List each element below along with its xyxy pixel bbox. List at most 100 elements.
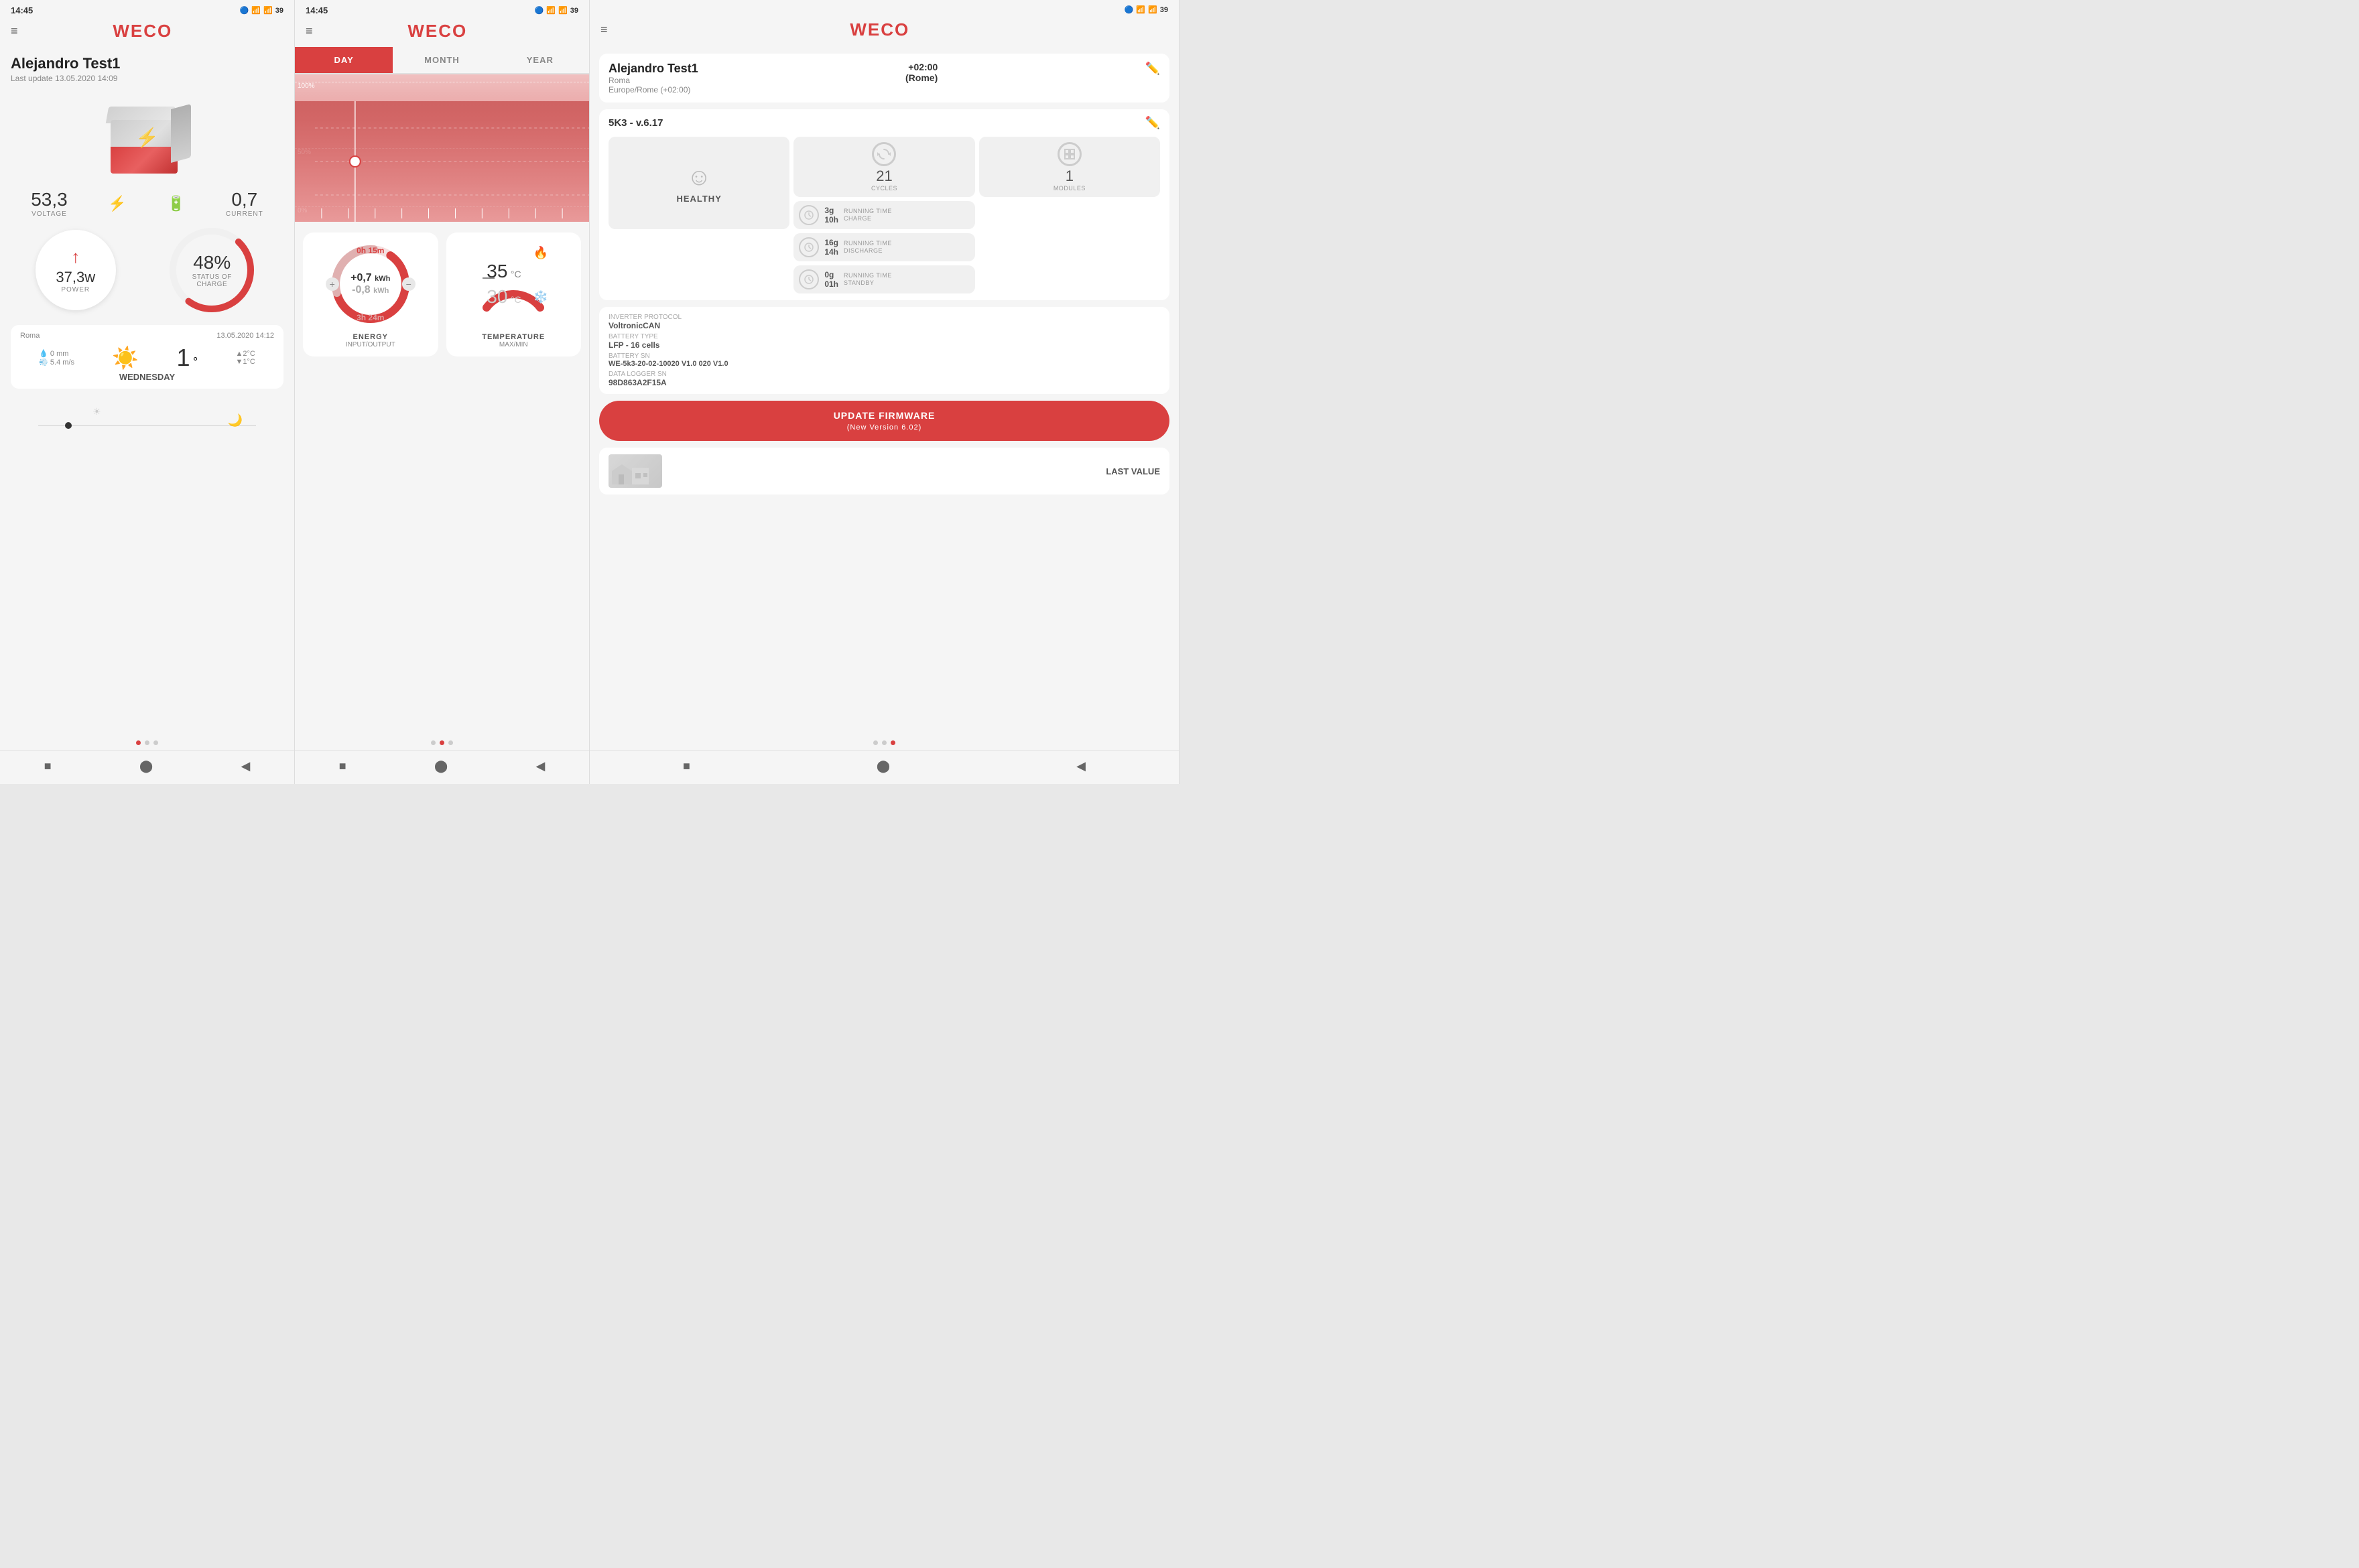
system-edit-icon[interactable]: ✏️ (1145, 116, 1160, 130)
weather-date: 13.05.2020 14:12 (216, 332, 274, 340)
tab-year[interactable]: YEAR (491, 47, 589, 73)
weather-widget: Roma 13.05.2020 14:12 💧 0 mm 💨 5.4 m/s ☀… (11, 325, 283, 389)
status-bar-1: 14:45 🔵 📶 📶 39 (0, 0, 294, 18)
building-icon (609, 454, 662, 488)
charge-ring-svg (165, 223, 259, 317)
update-firmware-btn[interactable]: UPDATE FIRMWARE (New Version 6.02) (599, 401, 1169, 441)
voltage-current-row: 53,3 VOLTAGE ⚡ 🔋 0,7 CURRENT (11, 189, 283, 218)
weather-rain-wind: 💧 0 mm 💨 5.4 m/s (39, 349, 74, 367)
system-header: 5K3 - v.6.17 ✏️ (609, 116, 1160, 130)
battery-sn-value: WE-5k3-20-02-10020 V1.0 020 V1.0 (609, 360, 1160, 368)
top-bar-1: ≡ WECO (0, 18, 294, 47)
nav-back-1[interactable]: ◀ (241, 759, 250, 773)
grid-100: 100% (295, 82, 589, 90)
battery-level-item: 🔋 (167, 195, 185, 212)
energy-title: ENERGY (353, 333, 388, 341)
dot-3-2[interactable] (882, 740, 887, 745)
power-charge-row: ↑ 37,3w POWER 48% STATUS OF CHARGE (11, 223, 283, 317)
power-arrow-icon: ↑ (71, 247, 80, 267)
battery-level-icon: 🔋 (167, 195, 185, 212)
charge-time-value: 3g10h (824, 206, 838, 225)
temp-max-group: 35 °C (487, 261, 521, 282)
energy-plus-btn[interactable]: + (326, 277, 339, 291)
dot-2-3[interactable] (448, 740, 453, 745)
weather-header: Roma 13.05.2020 14:12 (20, 332, 274, 340)
voltage-metric: 53,3 VOLTAGE (31, 189, 68, 218)
dot-3-1[interactable] (873, 740, 878, 745)
fire-icon: 🔥 (533, 246, 548, 260)
device-name: Alejandro Test1 (609, 62, 698, 76)
nav-home-2[interactable]: ⬤ (434, 759, 448, 773)
battery-type-value: LFP - 16 cells (609, 340, 1160, 350)
chart-tabs: DAY MONTH YEAR (295, 47, 589, 74)
standby-time-icon (799, 269, 819, 289)
device-edit-icon[interactable]: ✏️ (1145, 62, 1160, 76)
standby-time-labels: RUNNING TIMESTANDBY (844, 272, 892, 287)
dot-3-3[interactable] (891, 740, 895, 745)
dot-1-1[interactable] (136, 740, 141, 745)
details-card: INVERTER PROTOCOL VoltronicCAN BATTERY T… (599, 307, 1169, 394)
weather-wind: 💨 5.4 m/s (39, 358, 74, 367)
device-tz: Europe/Rome (+02:00) (609, 85, 698, 94)
status-icons-2: 🔵 📶 📶 39 (535, 6, 578, 15)
device-location: Roma (609, 76, 698, 85)
menu-icon-3[interactable]: ≡ (600, 23, 608, 37)
weather-main: 💧 0 mm 💨 5.4 m/s ☀️ 1 ° ▲2°C ▼1°C (20, 344, 274, 372)
discharge-time-value: 16g14h (824, 238, 838, 257)
nav-stop-3[interactable]: ■ (683, 759, 690, 773)
lightning-mid-icon: ⚡ (108, 195, 126, 212)
device-card: Alejandro Test1 Roma Europe/Rome (+02:00… (599, 54, 1169, 103)
device-offset: +02:00 (905, 62, 938, 72)
dot-1-3[interactable] (153, 740, 158, 745)
details-left: INVERTER PROTOCOL VoltronicCAN BATTERY T… (609, 314, 1160, 387)
bottom-nav-3: ■ ⬤ ◀ (590, 750, 1179, 784)
tab-day[interactable]: DAY (295, 47, 393, 73)
dot-2-2[interactable] (440, 740, 444, 745)
menu-icon-1[interactable]: ≡ (11, 24, 18, 38)
tab-month[interactable]: MONTH (393, 47, 491, 73)
sun-dot (65, 422, 72, 429)
dot-2-1[interactable] (431, 740, 436, 745)
battery-sn-label: BATTERY SN (609, 352, 1160, 360)
discharge-time-icon (799, 237, 819, 257)
nav-home-3[interactable]: ⬤ (877, 759, 890, 773)
charge-time-label: RUNNING TIMECHARGE (844, 208, 892, 222)
page-dots-3 (590, 735, 1179, 750)
battery-3d: ⚡ (104, 100, 191, 174)
energy-kwh-center: +0,7 kWh -0,8 kWh (350, 272, 390, 296)
energy-minus-btn[interactable]: − (402, 277, 416, 291)
nav-back-2[interactable]: ◀ (535, 759, 545, 773)
power-value: 37,3w (56, 269, 95, 286)
voltage-label: VOLTAGE (31, 210, 68, 218)
p1-main-content: Alejandro Test1 Last update 13.05.2020 1… (0, 47, 294, 735)
stats-grid: ☺ HEALTHY 21 CYCLES (609, 137, 1160, 293)
nav-stop-1[interactable]: ■ (44, 759, 52, 773)
battery-type-label: BATTERY TYPE (609, 333, 1160, 340)
healthy-label: HEALTHY (676, 194, 721, 204)
nav-stop-2[interactable]: ■ (339, 759, 346, 773)
system-id: 5K3 - v.6.17 (609, 117, 663, 129)
device-title-1: Alejandro Test1 (11, 55, 283, 72)
time-1: 14:45 (11, 5, 33, 15)
stat-standby-time-cell: 0g01h RUNNING TIMESTANDBY (793, 265, 974, 293)
charge-time-labels: RUNNING TIMECHARGE (844, 208, 892, 222)
dot-1-2[interactable] (145, 740, 149, 745)
power-widget: ↑ 37,3w POWER (36, 230, 116, 310)
panel-1: 14:45 🔵 📶 📶 39 ≡ WECO Alejandro Test1 La… (0, 0, 295, 784)
voltage-value: 53,3 (31, 189, 68, 210)
bottom-nav-2: ■ ⬤ ◀ (295, 750, 589, 784)
weather-hilo: ▲2°C ▼1°C (235, 350, 255, 366)
nav-back-3[interactable]: ◀ (1076, 759, 1086, 773)
temp-gauge: 🔥 ❄️ 35 °C 30 °C (473, 241, 554, 328)
energy-subtitle: INPUT/OUTPUT (346, 341, 395, 348)
menu-icon-2[interactable]: ≡ (306, 24, 313, 38)
status-bar-3: 🔵 📶 📶 39 (590, 0, 1179, 17)
energy-kwh-pos: +0,7 kWh (350, 272, 390, 284)
battery-visual: ⚡ (11, 90, 283, 184)
weather-temp-value: 1 (176, 344, 190, 371)
stat-cycles-cell: 21 CYCLES (793, 137, 974, 197)
chart-area: 100% 50% 0% (295, 74, 589, 222)
cycles-label: CYCLES (871, 185, 897, 192)
nav-home-1[interactable]: ⬤ (139, 759, 153, 773)
status-bar-2: 14:45 🔵 📶 📶 39 (295, 0, 589, 18)
